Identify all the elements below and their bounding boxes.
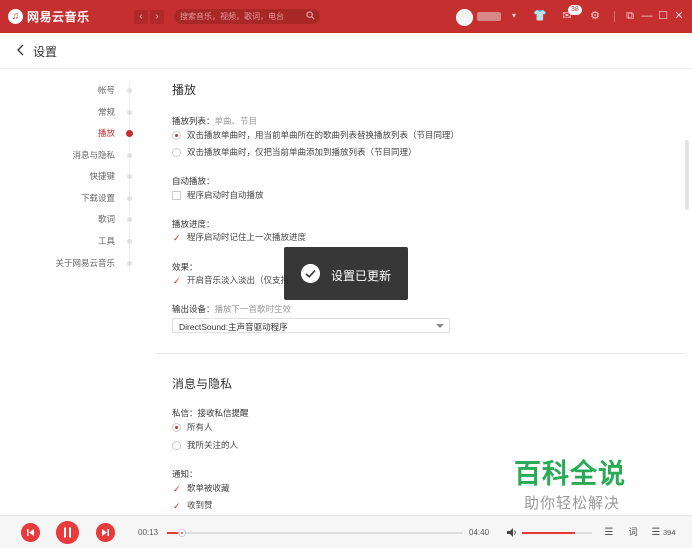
remember-progress-option[interactable]: ✓ 程序启动时记住上一次播放进度 xyxy=(172,231,306,243)
sidebar-item-general[interactable]: 常规 xyxy=(98,106,115,120)
netease-music-icon: ♫ xyxy=(8,9,23,24)
check-circle-icon xyxy=(301,264,320,283)
progress-label: 播放进度： xyxy=(172,219,215,229)
sidebar-item-privacy[interactable]: 消息与隐私 xyxy=(72,149,115,163)
volume-icon[interactable] xyxy=(506,527,518,538)
radio-selected[interactable] xyxy=(172,130,181,140)
output-hint: 播放下一首歌时生效 xyxy=(214,304,292,314)
previous-track-icon[interactable] xyxy=(21,523,40,542)
check-icon[interactable]: ✓ xyxy=(172,484,181,493)
section-divider xyxy=(156,353,686,354)
app-logo[interactable]: ♫ 网易云音乐 xyxy=(8,8,90,25)
sidebar-item-lyrics[interactable]: 歌词 xyxy=(98,213,115,227)
user-avatar[interactable] xyxy=(456,9,473,26)
check-icon[interactable]: ✓ xyxy=(172,276,181,285)
forward-nav-button[interactable]: › xyxy=(150,10,164,24)
output-label: 输出设备：播放下一首歌时生效 xyxy=(172,304,292,314)
fade-option[interactable]: ✓ 开启音乐淡入淡出（仅支持 xyxy=(172,274,289,286)
volume-fill xyxy=(522,532,575,534)
dm-option-following[interactable]: 我所关注的人 xyxy=(172,439,238,451)
toast-text: 设置已更新 xyxy=(331,269,392,283)
effects-label: 效果： xyxy=(172,262,198,272)
autoplay-label: 自动播放： xyxy=(172,176,215,186)
checkbox-unchecked[interactable] xyxy=(172,190,181,200)
playlist-option-replace[interactable]: 双击播放单曲时，用当前单曲所在的歌曲列表替换播放列表（节目同理） xyxy=(172,129,459,141)
radio-selected[interactable] xyxy=(172,422,181,432)
radio-unselected[interactable] xyxy=(172,147,181,157)
radio-unselected[interactable] xyxy=(172,440,181,450)
search-input[interactable]: 搜索音乐，视频，歌词，电台 xyxy=(174,9,320,24)
watermark-sub: 助你轻松解决 xyxy=(524,495,621,512)
skin-icon[interactable]: 👕 xyxy=(533,10,547,22)
notify-option-playlist-collected[interactable]: ✓ 歌单被收藏 xyxy=(172,482,230,494)
sidebar-item-account[interactable]: 帐号 xyxy=(98,84,115,98)
sidebar-dot xyxy=(127,196,132,201)
check-icon[interactable]: ✓ xyxy=(172,233,181,242)
scrollbar-track[interactable] xyxy=(684,69,690,515)
section-title-playback: 播放 xyxy=(172,83,197,97)
progress-bar[interactable] xyxy=(167,529,463,537)
dm-option-everyone[interactable]: 所有人 xyxy=(172,421,213,433)
page-title: 设置 xyxy=(33,45,58,59)
output-device-select[interactable]: DirectSound:主声音驱动程序 xyxy=(172,318,450,333)
sidebar-dot xyxy=(127,153,132,158)
sidebar-item-download[interactable]: 下载设置 xyxy=(81,192,115,206)
header-divider xyxy=(0,68,692,69)
play-mode-icon[interactable]: ☰ xyxy=(603,527,615,538)
username-blurred[interactable] xyxy=(477,12,501,21)
dm-hint: 接收私信提醒 xyxy=(197,408,249,418)
autoplay-option[interactable]: 程序启动时自动播放 xyxy=(172,189,264,201)
sidebar-dot xyxy=(127,217,132,222)
playlist-icon[interactable]: ☰ xyxy=(650,527,662,538)
playlist-hint: 单曲、节目 xyxy=(214,116,258,126)
player-bar: 00:13 04:40 ☰ 词 ☰ 394 xyxy=(0,515,692,548)
notify-label: 通知： xyxy=(172,469,198,479)
back-arrow-icon[interactable] xyxy=(16,43,26,57)
playlist-option-append[interactable]: 双击播放单曲时，仅把当前单曲添加到播放列表（节目同理） xyxy=(172,146,417,158)
playlist-count: 394 xyxy=(663,528,676,537)
sidebar-item-shortcuts[interactable]: 快捷键 xyxy=(89,170,115,184)
check-icon[interactable]: ✓ xyxy=(172,501,181,510)
message-badge: 38 xyxy=(568,5,582,15)
total-time: 04:40 xyxy=(469,528,490,537)
maximize-icon[interactable]: ☐ xyxy=(657,10,669,22)
sidebar-item-tools[interactable]: 工具 xyxy=(98,235,115,249)
app-name: 网易云音乐 xyxy=(27,10,90,24)
watermark: 百科全说 助你轻松解决 xyxy=(494,444,669,516)
progress-knob[interactable] xyxy=(177,529,186,537)
dm-label: 私信：接收私信提醒 xyxy=(172,408,249,418)
sidebar-item-about[interactable]: 关于网易云音乐 xyxy=(55,257,115,271)
watermark-main: 百科全说 xyxy=(514,459,626,489)
scrollbar-thumb[interactable] xyxy=(685,140,689,210)
minimize-icon[interactable]: — xyxy=(641,10,653,22)
back-nav-button[interactable]: ‹ xyxy=(134,10,148,24)
settings-icon[interactable]: ⚙ xyxy=(589,10,601,22)
current-time: 00:13 xyxy=(138,528,159,537)
output-device-value: DirectSound:主声音驱动程序 xyxy=(179,322,288,332)
chevron-down-icon xyxy=(436,324,444,328)
sidebar-dot xyxy=(127,174,132,179)
toast-notification: 设置已更新 xyxy=(284,247,408,300)
sidebar-dot xyxy=(127,239,132,244)
search-placeholder: 搜索音乐，视频，歌词，电台 xyxy=(180,12,284,21)
section-title-privacy: 消息与隐私 xyxy=(172,377,233,391)
lyrics-icon[interactable]: 词 xyxy=(627,527,639,538)
sidebar-item-playback[interactable]: 播放 xyxy=(98,127,115,141)
titlebar-separator xyxy=(614,11,615,22)
close-icon[interactable]: ✕ xyxy=(673,10,685,22)
vip-dropdown-icon[interactable]: ▾ xyxy=(508,10,520,22)
title-bar: ♫ 网易云音乐 ‹ › 搜索音乐，视频，歌词，电台 ▾ 👕 ✉ 38 ⚙ ⧉ —… xyxy=(0,0,692,33)
next-track-icon[interactable] xyxy=(96,523,115,542)
notify-option-liked[interactable]: ✓ 收到赞 xyxy=(172,499,213,511)
search-icon[interactable] xyxy=(306,11,315,20)
pause-icon[interactable] xyxy=(56,521,79,544)
sidebar-dot xyxy=(127,88,132,93)
playlist-label: 播放列表：单曲、节目 xyxy=(172,116,258,126)
volume-bar[interactable] xyxy=(522,532,592,534)
mini-mode-icon[interactable]: ⧉ xyxy=(624,10,636,22)
sidebar-dot xyxy=(127,261,132,266)
sidebar-dot xyxy=(127,110,132,115)
sidebar-dot-active xyxy=(126,130,133,137)
